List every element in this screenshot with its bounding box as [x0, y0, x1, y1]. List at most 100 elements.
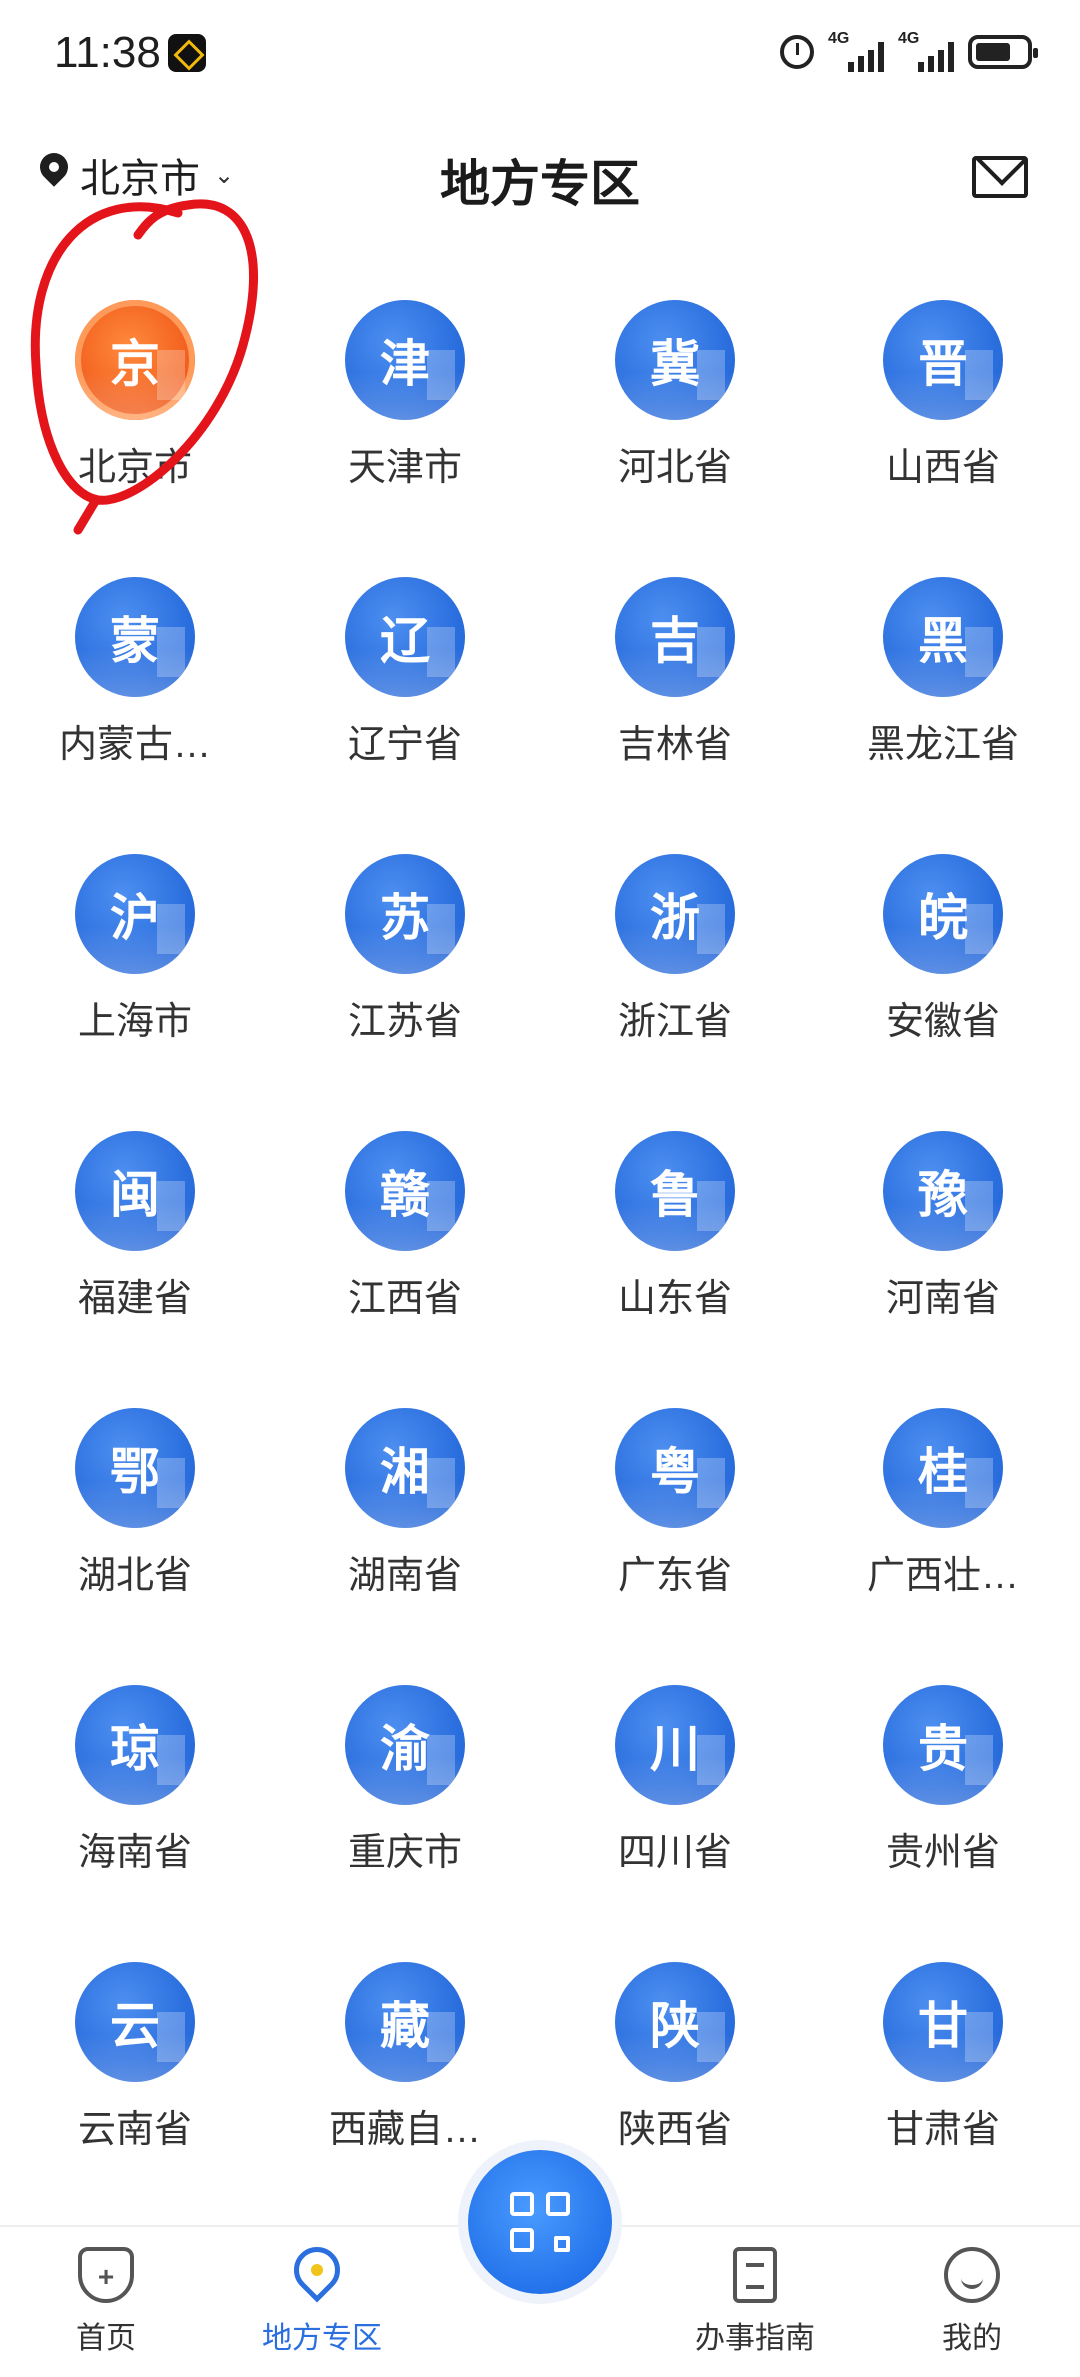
region-label: 江苏省 [347, 1001, 462, 1043]
region-emblem-icon: 冀 [615, 300, 735, 420]
region-item[interactable]: 湘湖南省 [290, 1408, 520, 1599]
map-pin-icon [284, 2237, 350, 2303]
region-emblem-glyph: 琼 [110, 1721, 160, 1777]
status-icons: 4G 4G [780, 30, 1038, 74]
region-label: 安徽省 [885, 1001, 1000, 1043]
region-item[interactable]: 浙浙江省 [560, 854, 790, 1045]
region-item[interactable]: 晋山西省 [828, 300, 1058, 491]
profile-face-icon [944, 2247, 1000, 2303]
nav-guide-label: 办事指南 [695, 2322, 815, 2355]
region-emblem-icon: 吉 [615, 577, 735, 697]
region-item[interactable]: 蒙内蒙古… [20, 577, 250, 768]
region-item[interactable]: 吉吉林省 [560, 577, 790, 768]
region-item[interactable]: 闽福建省 [20, 1131, 250, 1322]
region-item[interactable]: 云云南省 [20, 1962, 250, 2153]
nav-local-label: 地方专区 [262, 2322, 382, 2355]
region-emblem-glyph: 闽 [110, 1167, 160, 1223]
page-title: 地方专区 [440, 156, 640, 212]
region-item[interactable]: 陕陕西省 [560, 1962, 790, 2153]
region-emblem-icon: 鲁 [615, 1131, 735, 1251]
region-emblem-glyph: 冀 [650, 336, 700, 392]
region-item[interactable]: 赣江西省 [290, 1131, 520, 1322]
region-emblem-icon: 皖 [883, 854, 1003, 974]
region-item[interactable]: 津天津市 [290, 300, 520, 491]
region-emblem-glyph: 藏 [380, 1998, 430, 2054]
status-bar: 11:38 4G 4G [0, 0, 1080, 110]
nav-local[interactable]: 地方专区 [242, 2237, 402, 2357]
signal-icon-2: 4G [898, 30, 954, 72]
region-label: 湖南省 [347, 1555, 462, 1597]
region-emblem-icon: 鄂 [75, 1408, 195, 1528]
region-emblem-icon: 贵 [883, 1685, 1003, 1805]
region-emblem-icon: 川 [615, 1685, 735, 1805]
region-emblem-glyph: 鄂 [110, 1444, 160, 1500]
network-type-label: 4G [828, 30, 850, 47]
qr-code-icon [510, 2192, 570, 2252]
region-item[interactable]: 沪上海市 [20, 854, 250, 1045]
shield-icon [78, 2247, 134, 2303]
region-emblem-glyph: 川 [650, 1721, 700, 1777]
nav-home[interactable]: 首页 [26, 2247, 186, 2357]
region-item[interactable]: 苏江苏省 [290, 854, 520, 1045]
region-emblem-glyph: 桂 [918, 1444, 968, 1500]
region-item[interactable]: 皖安徽省 [828, 854, 1058, 1045]
region-label: 四川省 [617, 1832, 732, 1874]
region-emblem-glyph: 苏 [380, 890, 430, 946]
region-item[interactable]: 渝重庆市 [290, 1685, 520, 1876]
region-emblem-glyph: 吉 [650, 613, 700, 669]
region-label: 云南省 [77, 2109, 192, 2151]
region-label: 江西省 [347, 1278, 462, 1320]
region-label: 陕西省 [617, 2109, 732, 2151]
region-emblem-icon: 辽 [345, 577, 465, 697]
region-label: 甘肃省 [885, 2109, 1000, 2151]
region-emblem-icon: 藏 [345, 1962, 465, 2082]
region-emblem-icon: 沪 [75, 854, 195, 974]
region-item[interactable]: 辽辽宁省 [290, 577, 520, 768]
region-emblem-icon: 苏 [345, 854, 465, 974]
scan-qr-button[interactable] [468, 2150, 612, 2294]
battery-icon [968, 35, 1038, 69]
region-emblem-glyph: 浙 [650, 890, 700, 946]
region-item[interactable]: 川四川省 [560, 1685, 790, 1876]
region-item[interactable]: 黑黑龙江省 [828, 577, 1058, 768]
region-emblem-icon: 蒙 [75, 577, 195, 697]
region-emblem-icon: 湘 [345, 1408, 465, 1528]
region-emblem-glyph: 云 [110, 1998, 160, 2054]
nav-mine[interactable]: 我的 [892, 2247, 1052, 2357]
region-item[interactable]: 鄂湖北省 [20, 1408, 250, 1599]
region-item[interactable]: 甘甘肃省 [828, 1962, 1058, 2153]
region-emblem-glyph: 沪 [110, 890, 160, 946]
region-item[interactable]: 冀河北省 [560, 300, 790, 491]
alarm-icon [780, 35, 814, 69]
region-item[interactable]: 京北京市 [20, 300, 250, 491]
region-emblem-glyph: 辽 [380, 613, 430, 669]
document-icon [733, 2247, 777, 2303]
region-label: 浙江省 [617, 1001, 732, 1043]
region-label: 山东省 [617, 1278, 732, 1320]
region-item[interactable]: 鲁山东省 [560, 1131, 790, 1322]
region-emblem-icon: 琼 [75, 1685, 195, 1805]
region-emblem-glyph: 陕 [650, 1998, 700, 2054]
region-emblem-icon: 黑 [883, 577, 1003, 697]
region-label: 北京市 [77, 447, 192, 489]
region-emblem-icon: 晋 [883, 300, 1003, 420]
region-item[interactable]: 粤广东省 [560, 1408, 790, 1599]
region-label: 湖北省 [77, 1555, 192, 1597]
region-emblem-glyph: 湘 [380, 1444, 430, 1500]
region-item[interactable]: 琼海南省 [20, 1685, 250, 1876]
region-item[interactable]: 桂广西壮… [828, 1408, 1058, 1599]
region-emblem-icon: 云 [75, 1962, 195, 2082]
nav-guide[interactable]: 办事指南 [675, 2247, 835, 2357]
nav-mine-label: 我的 [942, 2322, 1002, 2355]
signal-icon: 4G [828, 30, 884, 72]
region-emblem-icon: 闽 [75, 1131, 195, 1251]
region-label: 海南省 [77, 1832, 192, 1874]
region-emblem-glyph: 蒙 [110, 613, 160, 669]
region-item[interactable]: 藏西藏自… [290, 1962, 520, 2153]
region-item[interactable]: 贵贵州省 [828, 1685, 1058, 1876]
region-emblem-icon: 赣 [345, 1131, 465, 1251]
region-item[interactable]: 豫河南省 [828, 1131, 1058, 1322]
region-emblem-icon: 粤 [615, 1408, 735, 1528]
region-emblem-icon: 甘 [883, 1962, 1003, 2082]
mail-icon[interactable] [972, 156, 1028, 198]
